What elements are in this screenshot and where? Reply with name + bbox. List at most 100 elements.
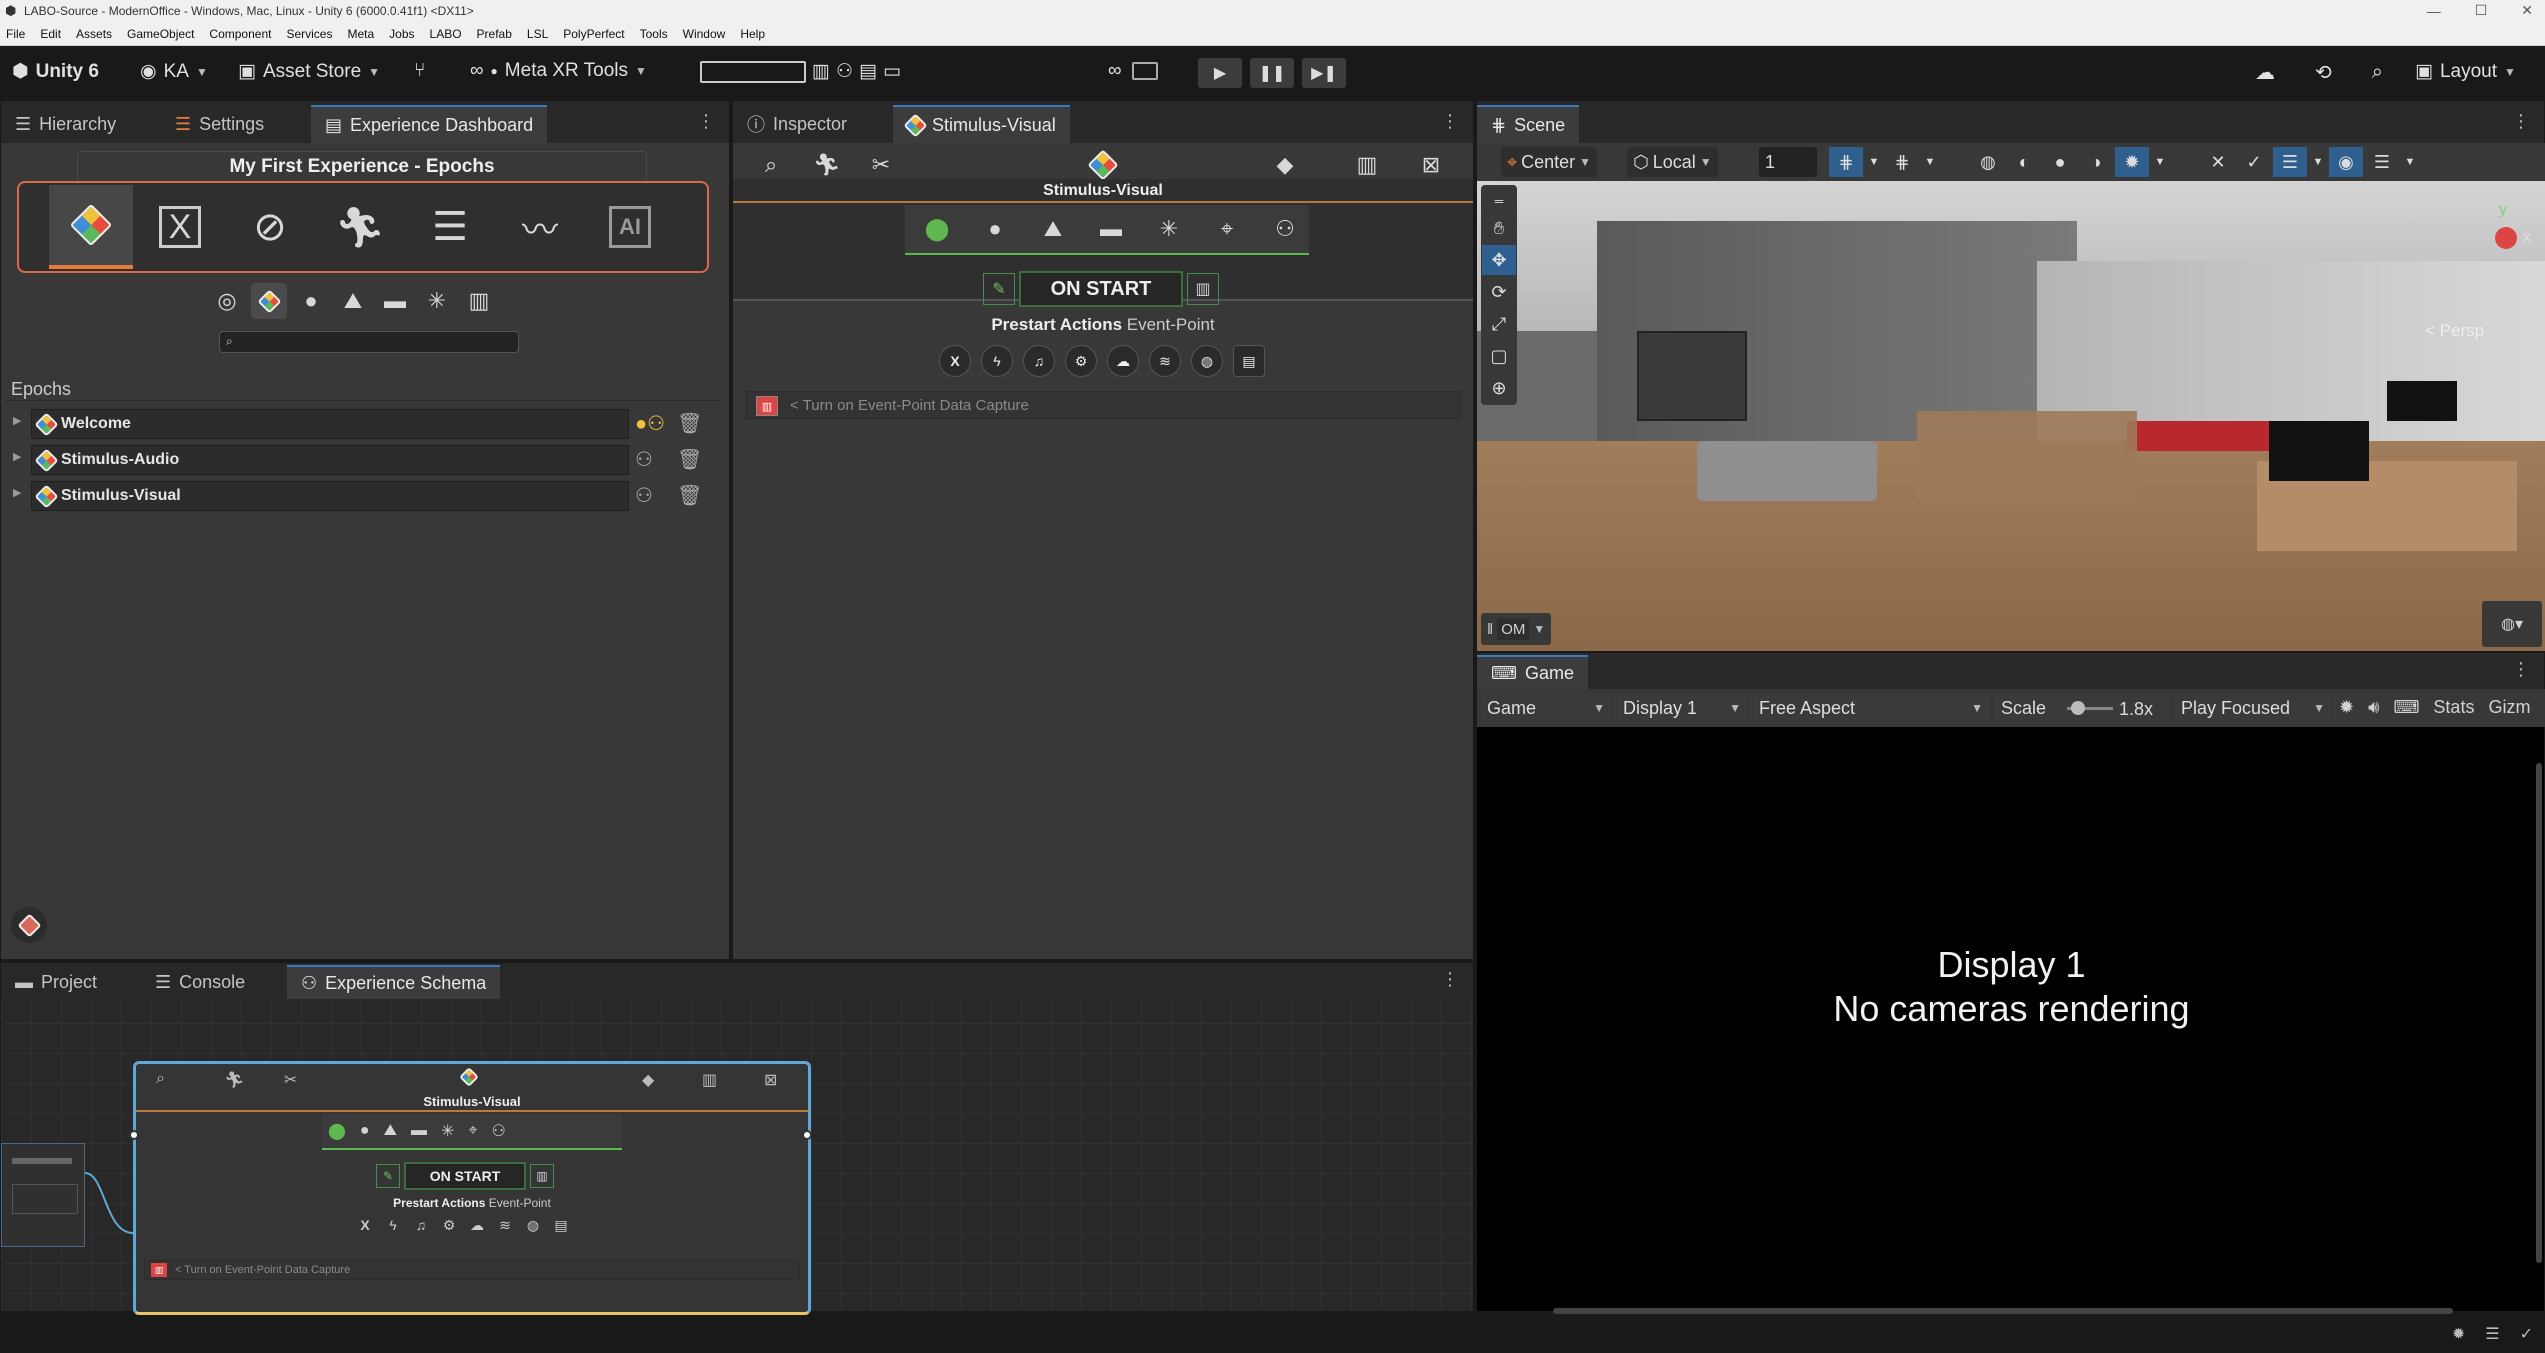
lighting-icon[interactable]: ◑ (2079, 147, 2113, 177)
visibility-eye-icon[interactable]: ◉ (2329, 147, 2363, 177)
hand-tool-icon[interactable]: ✋︎ (1482, 213, 1516, 243)
pivot-center-dropdown[interactable]: ⌖ Center ▼ (1501, 147, 1598, 177)
step-button[interactable]: ▶❚ (1302, 58, 1346, 88)
globe-action-icon[interactable]: ◍ (522, 1214, 544, 1236)
menu-jobs[interactable]: Jobs (389, 27, 414, 41)
mode-actions-button[interactable]: 🏃︎ (317, 185, 403, 269)
search-icon[interactable]: ⌕ (156, 1070, 165, 1088)
menu-services[interactable]: Services (286, 27, 332, 41)
vertical-scrollbar[interactable] (2536, 763, 2542, 1263)
expand-arrow-icon[interactable]: ▶ (13, 414, 21, 427)
library-icon[interactable]: ▥ (1349, 147, 1385, 183)
tools-icon[interactable]: ✂ (863, 147, 899, 183)
gizmos-toggle[interactable]: Gizm (2488, 697, 2530, 718)
close-box-icon[interactable]: ⊠ (764, 1070, 777, 1090)
camera-overlay[interactable]: ◍▾ (2482, 601, 2542, 647)
play-button[interactable]: ▶ (1198, 58, 1242, 88)
filter-library-button[interactable]: ▥ (461, 283, 497, 319)
tab-inspector[interactable]: ⓘ Inspector (733, 105, 861, 143)
location-pin-icon[interactable]: ⬤ (919, 211, 955, 247)
meta-xr-sim[interactable]: ∞ (1108, 60, 1158, 82)
on-start-button[interactable]: ON START (1019, 271, 1183, 307)
filter-audio-button[interactable]: ◎ (209, 283, 245, 319)
edit-pencil-button[interactable]: ✎ (376, 1164, 400, 1188)
scale-tool-icon[interactable]: ⤢ (1482, 309, 1516, 339)
globe-action-icon[interactable]: ◍ (1191, 345, 1223, 377)
light-icon[interactable]: ✳ (441, 1121, 454, 1141)
move-tool-icon[interactable]: ✥ (1482, 245, 1516, 275)
edit-pencil-button[interactable]: ✎ (983, 273, 1015, 305)
running-person-icon[interactable]: 🏃︎ (809, 147, 845, 183)
audio-action-icon[interactable]: ♫ (1023, 345, 1055, 377)
filter-terrain-button[interactable]: ⛰ (335, 283, 371, 319)
bug-icon[interactable]: ✹ (2452, 1324, 2465, 1344)
chevron-down-icon[interactable]: ▼ (1921, 147, 1939, 177)
schema-link-icon[interactable]: ⚇ (491, 1121, 505, 1141)
labo-tools[interactable]: ▥ ⚇ ▤ ▭ (700, 60, 901, 83)
waves-action-icon[interactable]: ≋ (494, 1214, 516, 1236)
screen-icon[interactable]: ▬ (411, 1122, 427, 1140)
chevron-down-icon[interactable]: ▼ (1865, 147, 1883, 177)
cloud-action-icon[interactable]: ☁ (466, 1214, 488, 1236)
xr-simulator-icon[interactable] (1131, 62, 1158, 80)
labo-badge-button[interactable] (11, 907, 47, 943)
bolt-action-icon[interactable]: ϟ (981, 345, 1013, 377)
more-options-icon[interactable]: ⋮ (1441, 969, 1459, 990)
delete-icon[interactable]: 🗑︎ (677, 411, 702, 436)
schema-link-icon[interactable]: ⚇ (635, 447, 653, 472)
terrain-icon[interactable]: ⛰ (384, 1122, 397, 1140)
filter-epoch-button[interactable] (251, 283, 287, 319)
transform-tool-icon[interactable]: ⊕ (1482, 373, 1516, 403)
tab-settings[interactable]: ☰ Settings (161, 105, 278, 143)
tools-icon[interactable]: ✂ (284, 1070, 297, 1090)
menu-edit[interactable]: Edit (40, 27, 61, 41)
library-icon[interactable]: ▥ (702, 1070, 717, 1090)
menu-help[interactable]: Help (740, 27, 765, 41)
expand-arrow-icon[interactable]: ▶ (13, 450, 21, 463)
layers-icon[interactable]: ☰ (2485, 1324, 2499, 1344)
snap-increment-icon[interactable]: ⋕ (1885, 147, 1919, 177)
layout-dropdown[interactable]: ▣ Layout ▼ (2415, 60, 2516, 83)
tab-experience-dashboard[interactable]: ▤ Experience Dashboard (311, 105, 548, 143)
screen-icon[interactable]: ▬ (1093, 211, 1129, 247)
effects-icon[interactable]: ✹ (2115, 147, 2149, 177)
scene-viewport[interactable]: y x < Persp ═ ✋︎ ✥ ⟳ ⤢ ▢ ⊕ ‖ OM ▼ ◍▾ (1477, 181, 2545, 651)
sphere-icon[interactable]: ● (360, 1122, 370, 1140)
space-local-dropdown[interactable]: ⬡ Local ▼ (1627, 147, 1718, 177)
version-control-button[interactable]: ⑂ (414, 60, 425, 82)
node-input-port[interactable] (129, 1130, 139, 1140)
diamond-outline-icon[interactable]: ◆ (1267, 147, 1303, 183)
library-icon[interactable]: ▤ (859, 60, 877, 83)
asset-store-dropdown[interactable]: ▣ Asset Store ▼ (238, 60, 380, 83)
epoch-diamond-icon[interactable] (1085, 147, 1121, 183)
tab-hierarchy[interactable]: ☰ Hierarchy (1, 105, 130, 143)
expand-arrow-icon[interactable]: ▶ (13, 486, 21, 499)
audio-mute-icon[interactable]: ✕ (2201, 147, 2235, 177)
chevron-down-icon[interactable]: ▼ (2151, 147, 2169, 177)
menu-meta[interactable]: Meta (347, 27, 374, 41)
fx-icon[interactable]: ✓ (2237, 147, 2271, 177)
waves-action-icon[interactable]: ≋ (1149, 345, 1181, 377)
map-pin-icon[interactable]: ⌖ (1209, 211, 1245, 247)
more-options-icon[interactable]: ⋮ (1441, 111, 1459, 132)
search-icon[interactable]: ⌕ (2372, 61, 2383, 84)
more-options-icon[interactable]: ⋮ (2512, 659, 2530, 680)
cloud-action-icon[interactable]: ☁ (1107, 345, 1139, 377)
schema-node-stimulus-visual[interactable]: ⌕ 🏃︎ ✂ ◆ ▥ ⊠ Stimulus-Visual ⬤ ● ⛰ ▬ ✳ ⌖… (129, 1061, 812, 1315)
bolt-action-icon[interactable]: ϟ (382, 1214, 404, 1236)
schema-link-icon[interactable]: ⚇ (635, 483, 653, 508)
minimize-icon[interactable]: — (2427, 3, 2441, 19)
close-icon[interactable]: ✕ (2521, 2, 2533, 19)
menu-component[interactable]: Component (209, 27, 271, 41)
x-action-icon[interactable]: X (939, 345, 971, 377)
aspect-dropdown[interactable]: Free Aspect ▼ (1753, 693, 1989, 723)
stats-toggle[interactable]: Stats (2433, 697, 2474, 718)
keyboard-icon[interactable]: ⌨ (2393, 697, 2419, 718)
meta-xr-dropdown[interactable]: ∞ ● Meta XR Tools ▼ (470, 60, 647, 82)
mode-disabled-button[interactable]: ⊘ (227, 185, 313, 269)
epoch-row-stimulus-visual[interactable]: Stimulus-Visual (31, 481, 629, 511)
filter-screen-button[interactable]: ▬ (377, 283, 413, 319)
previous-node-thumbnail[interactable] (1, 1143, 85, 1247)
schema-link-icon[interactable]: ⚇ (1267, 211, 1303, 247)
menu-lsl[interactable]: LSL (527, 27, 548, 41)
